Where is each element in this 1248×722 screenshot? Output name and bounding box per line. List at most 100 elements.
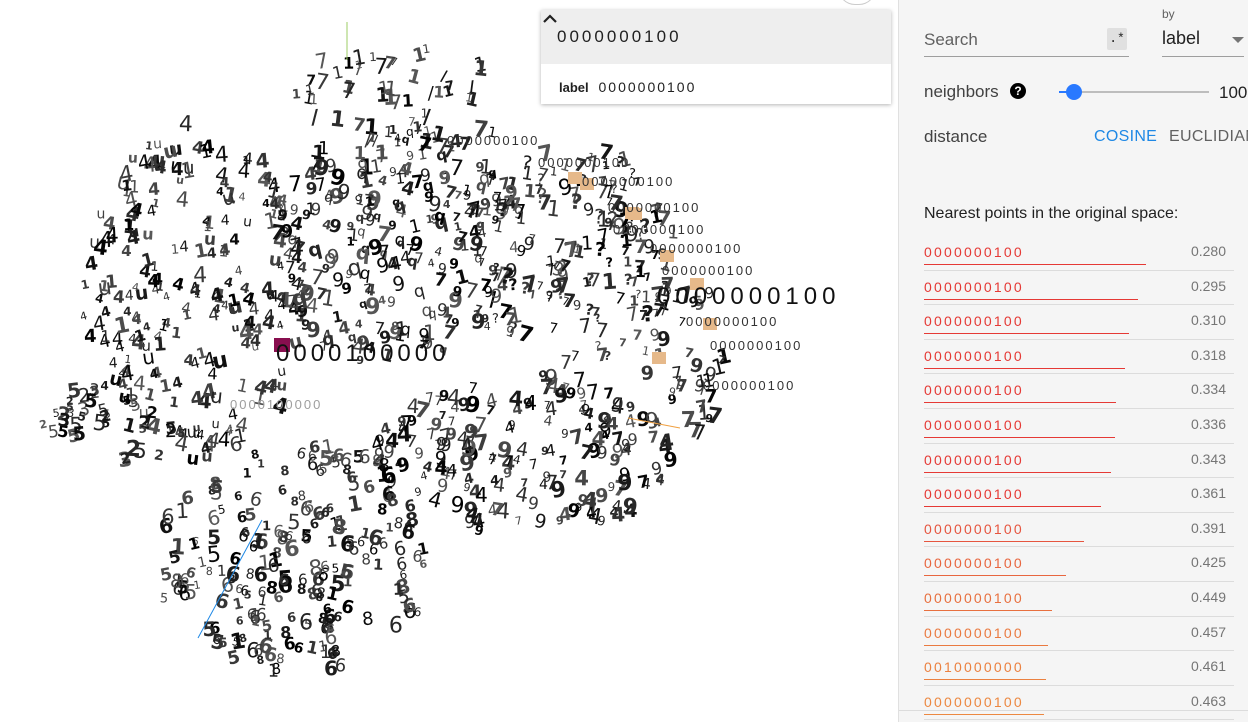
digit-sprite[interactable]: 4 <box>147 271 160 292</box>
digit-sprite[interactable]: ? <box>492 311 500 327</box>
digit-sprite[interactable]: 4 <box>426 487 445 514</box>
digit-sprite[interactable]: 1 <box>641 344 651 359</box>
digit-sprite[interactable]: 6 <box>236 508 248 527</box>
digit-sprite[interactable]: 6 <box>257 584 267 601</box>
digit-sprite[interactable]: 6 <box>161 505 174 529</box>
digit-sprite[interactable]: ? <box>508 275 519 295</box>
digit-sprite[interactable]: 6 <box>413 605 422 620</box>
nearest-point-row[interactable]: 0000000100 0.336 <box>924 409 1234 444</box>
digit-sprite[interactable]: ? <box>594 239 606 262</box>
digit-sprite[interactable]: q <box>397 236 406 249</box>
digit-sprite[interactable]: u <box>97 207 106 223</box>
digit-sprite[interactable]: 5 <box>345 532 355 550</box>
digit-sprite[interactable]: 1 <box>407 215 423 238</box>
digit-sprite[interactable]: 1 <box>203 219 213 235</box>
digit-sprite[interactable]: 9 <box>490 286 502 308</box>
digit-sprite[interactable]: 1 <box>235 375 251 398</box>
digit-sprite[interactable]: 9 <box>617 471 633 496</box>
digit-sprite[interactable]: q <box>406 252 419 271</box>
digit-sprite[interactable]: 1 <box>328 107 346 134</box>
digit-sprite[interactable]: 5 <box>72 423 87 446</box>
digit-sprite[interactable]: q <box>488 166 497 180</box>
digit-sprite[interactable]: 1 <box>442 304 453 322</box>
digit-sprite[interactable]: 6 <box>332 446 345 466</box>
digit-sprite[interactable]: 6 <box>233 489 243 504</box>
digit-sprite[interactable]: 2 <box>153 447 165 464</box>
help-icon[interactable]: ? <box>1010 83 1026 99</box>
digit-sprite[interactable]: 4 <box>179 237 190 256</box>
digit-sprite[interactable]: ? <box>569 189 584 214</box>
digit-sprite[interactable]: 4 <box>508 386 525 411</box>
digit-sprite[interactable]: 4 <box>130 308 142 328</box>
digit-sprite[interactable]: ? <box>586 271 595 287</box>
digit-sprite[interactable]: 4 <box>189 387 205 410</box>
neighbor-highlight-tile[interactable] <box>568 172 582 184</box>
digit-sprite[interactable]: 4 <box>222 275 234 292</box>
digit-sprite[interactable]: 5 <box>202 617 217 641</box>
digit-sprite[interactable]: 4 <box>475 483 488 507</box>
digit-sprite[interactable]: 9 <box>604 215 613 229</box>
digit-sprite[interactable]: 4 <box>238 190 246 204</box>
digit-sprite[interactable]: 4 <box>170 274 186 296</box>
digit-sprite[interactable]: 7 <box>632 328 643 344</box>
digit-sprite[interactable]: 7 <box>595 344 610 366</box>
digit-sprite[interactable]: 7 <box>591 304 601 319</box>
digit-sprite[interactable]: 6 <box>283 634 297 655</box>
digit-sprite[interactable]: 1 <box>472 56 489 81</box>
digit-sprite[interactable]: u <box>186 422 198 442</box>
digit-sprite[interactable]: 1 <box>181 308 193 325</box>
digit-sprite[interactable]: 5 <box>159 591 168 607</box>
digit-sprite[interactable]: 6 <box>389 614 403 639</box>
digit-sprite[interactable]: 7 <box>536 279 545 293</box>
nearest-point-row[interactable]: 0000000100 0.318 <box>924 340 1234 375</box>
digit-sprite[interactable]: 1 <box>291 87 301 103</box>
digit-sprite[interactable]: 6 <box>361 477 377 499</box>
digit-sprite[interactable]: 7 <box>559 352 572 374</box>
digit-sprite[interactable]: 9 <box>389 165 398 179</box>
digit-sprite[interactable]: 4 <box>260 311 277 335</box>
digit-sprite[interactable]: 9 <box>438 167 452 189</box>
digit-sprite[interactable]: 4 <box>509 238 519 256</box>
digit-sprite[interactable]: 1 <box>350 45 367 71</box>
digit-sprite[interactable]: 4 <box>153 156 169 179</box>
digit-sprite[interactable]: ? <box>641 302 655 328</box>
euclidean-button[interactable]: EUCLIDIAN <box>1169 128 1248 146</box>
digit-sprite[interactable]: 6 <box>346 468 358 487</box>
digit-sprite[interactable]: u <box>242 214 253 231</box>
digit-sprite[interactable]: 7 <box>478 256 485 269</box>
digit-sprite[interactable]: 1 <box>121 176 134 195</box>
digit-sprite[interactable]: u <box>127 222 140 241</box>
digit-sprite[interactable]: 9 <box>365 295 380 320</box>
digit-sprite[interactable]: 9 <box>310 200 322 220</box>
nearest-point-row[interactable]: 0000000100 0.280 <box>924 236 1234 271</box>
digit-sprite[interactable]: 4 <box>79 309 89 323</box>
digit-sprite[interactable]: 4 <box>94 291 105 306</box>
digit-sprite[interactable]: 6 <box>303 497 314 517</box>
digit-sprite[interactable]: / <box>423 104 432 128</box>
digit-sprite[interactable]: u <box>185 448 200 470</box>
digit-sprite[interactable]: 7 <box>545 470 559 494</box>
digit-sprite[interactable]: 9 <box>386 294 396 311</box>
digit-sprite[interactable]: 1 <box>104 271 118 293</box>
search-input[interactable] <box>924 26 1094 54</box>
nearest-point-row[interactable]: 0000000100 0.425 <box>924 547 1234 582</box>
digit-sprite[interactable]: 1 <box>481 200 494 221</box>
digit-sprite[interactable]: 6 <box>359 446 371 468</box>
digit-sprite[interactable]: 4 <box>175 187 190 212</box>
digit-sprite[interactable]: ? <box>497 199 508 221</box>
digit-sprite[interactable]: 1 <box>347 225 360 246</box>
digit-sprite[interactable]: 1 <box>385 520 394 534</box>
nearest-point-row[interactable]: 0000000100 0.463 <box>924 686 1234 721</box>
digit-sprite[interactable]: 7 <box>487 452 498 469</box>
digit-sprite[interactable]: ? <box>624 271 633 289</box>
digit-sprite[interactable]: 4 <box>170 373 184 393</box>
digit-sprite[interactable]: 8 <box>361 608 375 630</box>
digit-sprite[interactable]: u <box>152 136 162 153</box>
digit-sprite[interactable]: 5 <box>66 378 83 404</box>
digit-sprite[interactable]: 5 <box>331 561 339 575</box>
digit-sprite[interactable]: q <box>412 281 427 303</box>
digit-sprite[interactable]: 1 <box>120 414 138 439</box>
nearest-point-row[interactable]: 0000000100 0.334 <box>924 374 1234 409</box>
digit-sprite[interactable]: 7 <box>610 428 626 451</box>
neighbors-slider[interactable] <box>1059 84 1209 100</box>
